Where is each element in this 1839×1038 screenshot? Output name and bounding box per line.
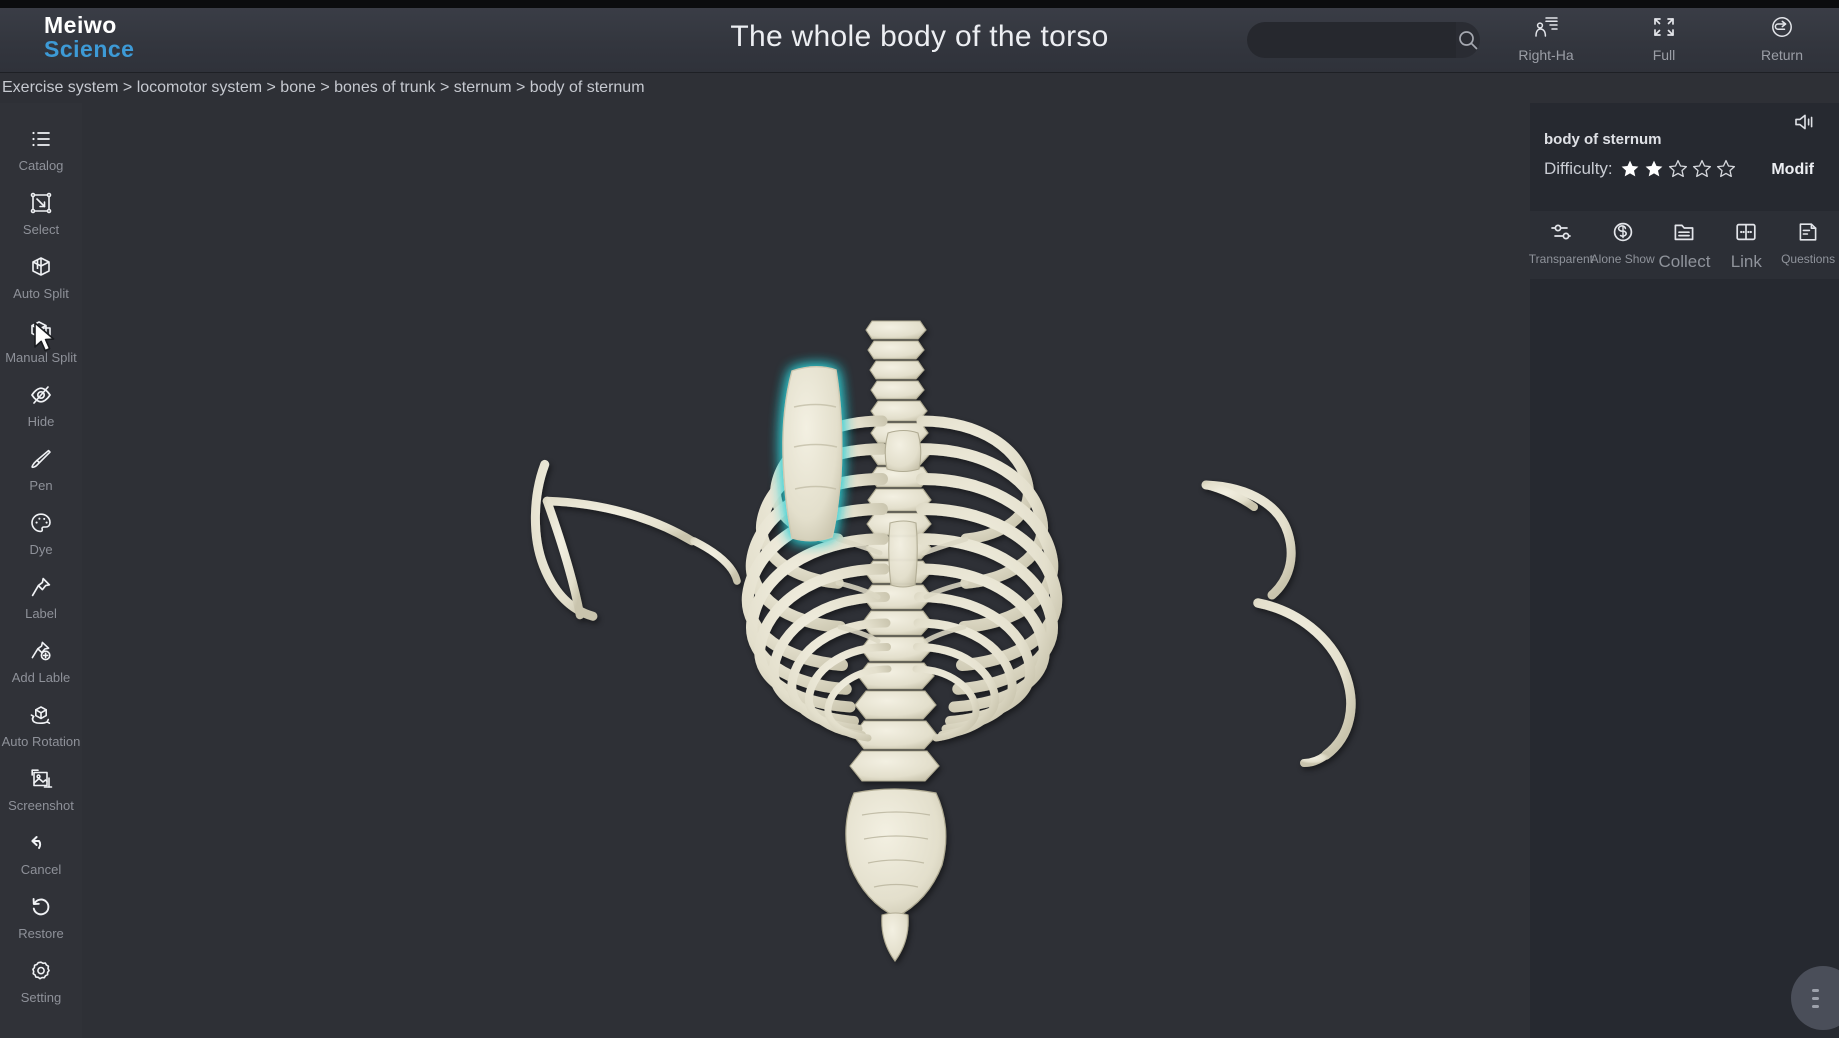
sliders-icon <box>1549 220 1573 244</box>
sidebar-item-auto-split[interactable]: Auto Split <box>0 253 82 301</box>
action-label: Collect <box>1658 252 1711 271</box>
star-icon-filled[interactable] <box>1644 159 1664 179</box>
action-label: Link <box>1730 252 1762 271</box>
list-icon <box>29 125 53 153</box>
gear-icon <box>29 957 53 985</box>
sidebar-item-restore[interactable]: Restore <box>0 893 82 941</box>
more-dots-icon <box>1811 996 1819 1000</box>
sidebar-item-label: Hide <box>27 414 55 429</box>
difficulty-rating[interactable]: Difficulty: <box>1544 159 1736 179</box>
window-top-strip <box>0 0 1839 8</box>
header-tool-return[interactable]: Return <box>1745 14 1819 63</box>
right-hand-icon <box>1533 14 1559 40</box>
header-tool-label: Right-Ha <box>1518 47 1574 63</box>
action-label: Alone Show <box>1590 252 1655 266</box>
image-capture-icon <box>29 765 53 793</box>
sidebar-item-hide[interactable]: Hide <box>0 381 82 429</box>
sidebar-item-label: Cancel <box>20 862 62 877</box>
undo-arrow-icon <box>29 829 53 857</box>
left-toolbar: Catalog Select Auto Split Manual Split H… <box>0 103 82 1038</box>
sidebar-item-screenshot[interactable]: Screenshot <box>0 765 82 813</box>
sidebar-item-cancel[interactable]: Cancel <box>0 829 82 877</box>
folder-icon <box>1672 220 1696 244</box>
skeleton-bones <box>530 320 1356 962</box>
sidebar-item-auto-rotation[interactable]: Auto Rotation <box>0 701 82 749</box>
header-tool-group: Right-Ha Full Return <box>1509 14 1819 63</box>
document-icon <box>1796 220 1820 244</box>
sidebar-item-label: Auto Rotation <box>1 734 81 749</box>
search-icon <box>1459 31 1478 50</box>
more-dots-icon <box>1811 988 1819 992</box>
action-questions[interactable]: Questions <box>1777 220 1839 266</box>
app-root: Meiwo Science The whole body of the tors… <box>0 0 1839 1038</box>
sidebar-item-catalog[interactable]: Catalog <box>0 125 82 173</box>
skeleton-3d-model <box>530 320 1356 962</box>
difficulty-label: Difficulty: <box>1544 159 1613 178</box>
modify-button[interactable]: Modif <box>1771 161 1814 179</box>
header-tool-right-hand[interactable]: Right-Ha <box>1509 14 1583 63</box>
header-tool-full[interactable]: Full <box>1627 14 1701 63</box>
sidebar-item-setting[interactable]: Setting <box>0 957 82 1005</box>
cube-split-icon <box>28 253 54 281</box>
sidebar-item-select[interactable]: Select <box>0 189 82 237</box>
sidebar-item-label: Label <box>25 606 57 621</box>
star-icon-empty[interactable] <box>1668 159 1688 179</box>
info-panel: body of sternum Difficulty: Modif Transp… <box>1528 103 1839 1038</box>
sidebar-item-label: Dye <box>29 542 53 557</box>
sidebar-item-label: Setting <box>20 990 62 1005</box>
pin-icon <box>29 573 53 601</box>
select-box-icon <box>29 189 53 217</box>
action-label: Questions <box>1781 252 1836 266</box>
return-icon <box>1769 14 1795 40</box>
sidebar-item-label: Restore <box>18 926 64 941</box>
panel-action-bar: Transparent Alone Show Collect Link Ques… <box>1528 211 1839 279</box>
structure-name: body of sternum <box>1544 131 1662 148</box>
pin-add-icon <box>29 637 53 665</box>
header-tool-label: Full <box>1652 47 1676 63</box>
sidebar-item-pen[interactable]: Pen <box>0 445 82 493</box>
sidebar-item-label: Add Lable <box>11 670 71 685</box>
sidebar-item-label: Catalog <box>18 158 64 173</box>
sidebar-item-label: Screenshot <box>8 798 74 813</box>
rotate-cube-icon <box>28 701 54 729</box>
action-link[interactable]: Link <box>1715 220 1777 272</box>
action-alone-show[interactable]: Alone Show <box>1590 220 1655 266</box>
eye-off-icon <box>29 381 53 409</box>
action-transparent[interactable]: Transparent <box>1528 220 1594 266</box>
search-input[interactable] <box>1247 22 1456 58</box>
palette-icon <box>29 509 53 537</box>
restore-icon <box>29 893 53 921</box>
action-label: Transparent <box>1528 252 1594 266</box>
sidebar-item-add-lable[interactable]: Add Lable <box>0 637 82 685</box>
selected-bone-body-of-sternum[interactable] <box>782 366 843 542</box>
solo-icon <box>1611 220 1635 244</box>
action-collect[interactable]: Collect <box>1654 220 1716 272</box>
star-icon-empty[interactable] <box>1716 159 1736 179</box>
sidebar-item-label: Auto Split <box>13 286 69 301</box>
sidebar-item-label[interactable]: Label <box>0 573 82 621</box>
sidebar-item-manual-split[interactable]: Manual Split <box>0 317 82 365</box>
search-bar <box>1247 22 1480 58</box>
app-header: Meiwo Science The whole body of the tors… <box>0 8 1839 73</box>
brush-icon <box>29 445 53 473</box>
breadcrumb[interactable]: Exercise system > locomotor system > bon… <box>0 73 1839 103</box>
star-icon-empty[interactable] <box>1692 159 1712 179</box>
fullscreen-icon <box>1651 14 1677 40</box>
header-tool-label: Return <box>1760 47 1804 63</box>
cube-manual-split-icon <box>28 317 54 345</box>
grid-link-icon <box>1734 220 1758 244</box>
speaker-icon[interactable] <box>1793 112 1815 137</box>
more-dots-icon <box>1811 1004 1819 1008</box>
model-viewport[interactable] <box>82 103 1530 1038</box>
star-icon-filled[interactable] <box>1620 159 1640 179</box>
sidebar-item-dye[interactable]: Dye <box>0 509 82 557</box>
sidebar-item-label: Manual Split <box>5 350 77 365</box>
sidebar-item-label: Select <box>22 222 60 237</box>
sidebar-item-label: Pen <box>29 478 53 493</box>
